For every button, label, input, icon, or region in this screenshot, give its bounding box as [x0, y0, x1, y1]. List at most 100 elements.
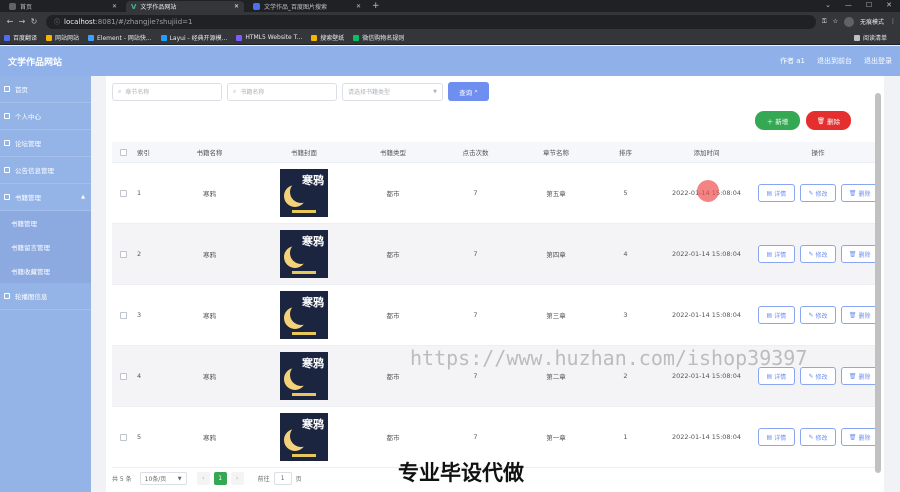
cell-index: 2 — [137, 250, 142, 258]
cell-clicks: 7 — [473, 433, 478, 441]
browser-tab-baidu[interactable]: 文学作品_百度图片搜索 ✕ — [248, 1, 366, 12]
book-type-select[interactable]: 请选择书籍类型 ▼ — [342, 82, 443, 101]
sidebar-item-profile[interactable]: 个人中心 — [0, 103, 91, 130]
sidebar-item-books[interactable]: 书籍管理 ▲ — [0, 184, 91, 211]
vue-icon: V — [131, 2, 137, 11]
key-icon[interactable]: ⚿ — [822, 18, 827, 26]
incognito-avatar[interactable] — [843, 16, 854, 27]
select-all-checkbox[interactable] — [119, 148, 127, 156]
cell-cover: 寒鸦 — [257, 352, 351, 400]
close-window-icon[interactable]: ✕ — [886, 1, 892, 9]
book-icon — [4, 194, 10, 200]
header-links: 作者 a1 退出到前台 退出登录 — [780, 56, 892, 66]
cell-book-name: 寒鸦 — [203, 373, 216, 381]
logout-link[interactable]: 退出登录 — [864, 56, 892, 66]
address-bar[interactable]: ⓘ localhost :8081/#/zhangjie?shujiid=1 — [46, 14, 816, 29]
forward-icon[interactable]: → — [16, 17, 28, 26]
delete-button[interactable]: 🗑 删除 — [841, 306, 879, 324]
trash-icon: 🗑 — [848, 250, 859, 258]
new-tab-button[interactable]: + — [372, 1, 380, 11]
star-icon[interactable]: ☆ — [833, 18, 838, 25]
content-panel: ⌕ 章节名称 ⌕ 书籍名称 请选择书籍类型 ▼ 查询 ⌕ ＋ 新增 🗑 删除 索… — [106, 76, 884, 492]
bookmark-item[interactable]: 搜索壁纸 — [311, 33, 344, 42]
page-size-select[interactable]: 10条/页 ▼ — [139, 472, 187, 485]
trash-icon: 🗑 — [848, 311, 859, 319]
chevron-down-icon: ▼ — [433, 88, 437, 95]
row-checkbox[interactable] — [119, 372, 127, 380]
doc-icon: ▤ — [766, 250, 775, 258]
cell-clicks: 7 — [473, 372, 478, 380]
close-icon[interactable]: ✕ — [234, 3, 239, 10]
delete-button[interactable]: 🗑 删除 — [841, 184, 879, 202]
add-button[interactable]: ＋ 新增 — [755, 111, 800, 130]
header-ops: 操作 — [811, 149, 825, 157]
delete-button[interactable]: 🗑 删除 — [841, 367, 879, 385]
detail-button[interactable]: ▤ 详情 — [758, 306, 795, 324]
delete-button[interactable]: 🗑 删除 — [841, 245, 879, 263]
cover-bar — [292, 332, 316, 335]
bookmark-icon — [4, 34, 10, 41]
bookmark-item[interactable]: 微信购物名规则 — [353, 33, 404, 42]
goto-label: 前往 — [257, 476, 270, 483]
reload-icon[interactable]: ↻ — [28, 17, 40, 26]
goto-page-input[interactable]: 1 — [273, 472, 292, 485]
row-checkbox[interactable] — [119, 311, 127, 319]
bookmark-item[interactable]: HTML5 Website T... — [236, 34, 302, 41]
trash-icon: 🗑 — [848, 372, 859, 380]
detail-button[interactable]: ▤ 详情 — [758, 245, 795, 263]
close-icon[interactable]: ✕ — [112, 3, 117, 10]
detail-button[interactable]: ▤ 详情 — [758, 428, 795, 446]
scrollbar[interactable] — [875, 79, 881, 487]
edit-button[interactable]: ✎ 修改 — [799, 428, 837, 446]
row-checkbox[interactable] — [119, 189, 127, 197]
maximize-icon[interactable]: ☐ — [866, 1, 872, 9]
browser-tab-app[interactable]: V 文学作品网站 ✕ — [126, 0, 244, 12]
edit-button[interactable]: ✎ 修改 — [799, 245, 837, 263]
cover-title: 寒鸦 — [302, 418, 324, 431]
table-row: 3 寒鸦 寒鸦 都市 7 第三章 3 2022-01-14 15:08:04 ▤ 详情 ✎ 修改 🗑… — [112, 285, 879, 346]
minimize-icon[interactable]: — — [845, 1, 852, 9]
row-checkbox[interactable] — [119, 433, 127, 441]
page-number-current[interactable]: 1 — [213, 472, 227, 485]
sidebar-subitem-books[interactable]: 书籍管理 — [0, 211, 91, 235]
close-icon[interactable]: ✕ — [356, 3, 361, 10]
detail-button[interactable]: ▤ 详情 — [758, 184, 795, 202]
browser-tab-home[interactable]: 首页 ✕ — [4, 1, 122, 12]
cell-index: 3 — [137, 311, 142, 319]
sidebar-item-notice[interactable]: 公告信息管理 — [0, 157, 91, 184]
next-page-button[interactable]: › — [230, 472, 244, 485]
edit-button[interactable]: ✎ 修改 — [799, 306, 837, 324]
bookmark-item[interactable]: 网站网站 — [46, 33, 79, 42]
bookmark-item[interactable]: Layui - 经典开源模... — [160, 33, 227, 42]
reading-list[interactable]: 阅读清单 — [853, 33, 887, 42]
bookmark-item[interactable]: 百度翻译 — [4, 33, 37, 42]
sidebar-subitem-book-comments[interactable]: 书籍留言管理 — [0, 235, 91, 259]
bookmark-item[interactable]: Element - 网站快... — [88, 33, 152, 42]
cell-index: 4 — [137, 372, 142, 380]
cell-ops: ▤ 详情 ✎ 修改 🗑 删除 — [758, 428, 879, 446]
batch-delete-button[interactable]: 🗑 删除 — [806, 111, 851, 130]
row-checkbox[interactable] — [119, 250, 127, 258]
book-name-input[interactable]: ⌕ 书籍名称 — [227, 82, 337, 101]
back-icon[interactable]: ← — [4, 17, 16, 26]
app-title: 文学作品网站 — [8, 57, 63, 68]
more-icon[interactable]: ⋮ — [890, 18, 896, 25]
back-to-front-link[interactable]: 退出到前台 — [817, 56, 852, 66]
sidebar-item-carousel[interactable]: 轮播图信息 — [0, 283, 91, 310]
doc-icon: ▤ — [766, 433, 775, 441]
sidebar-subitem-book-favorites[interactable]: 书籍收藏管理 — [0, 259, 91, 283]
prev-page-button[interactable]: ‹ — [196, 472, 210, 485]
delete-button[interactable]: 🗑 删除 — [841, 428, 879, 446]
sidebar-item-forum[interactable]: 论坛管理 — [0, 130, 91, 157]
row-select-cell — [112, 372, 134, 380]
cover-title: 寒鸦 — [302, 296, 324, 309]
query-button[interactable]: 查询 ⌕ — [448, 82, 489, 101]
info-icon[interactable]: ⓘ — [54, 17, 60, 26]
chapter-name-input[interactable]: ⌕ 章节名称 — [112, 82, 222, 101]
scrollbar-thumb[interactable] — [875, 93, 881, 473]
sidebar-item-home[interactable]: 首页 — [0, 76, 91, 103]
chevron-down-icon[interactable]: ⌄ — [825, 1, 831, 9]
profile-label[interactable]: 无痕模式 — [860, 17, 884, 26]
header-book-type: 书籍类型 — [380, 149, 406, 157]
edit-button[interactable]: ✎ 修改 — [799, 184, 837, 202]
